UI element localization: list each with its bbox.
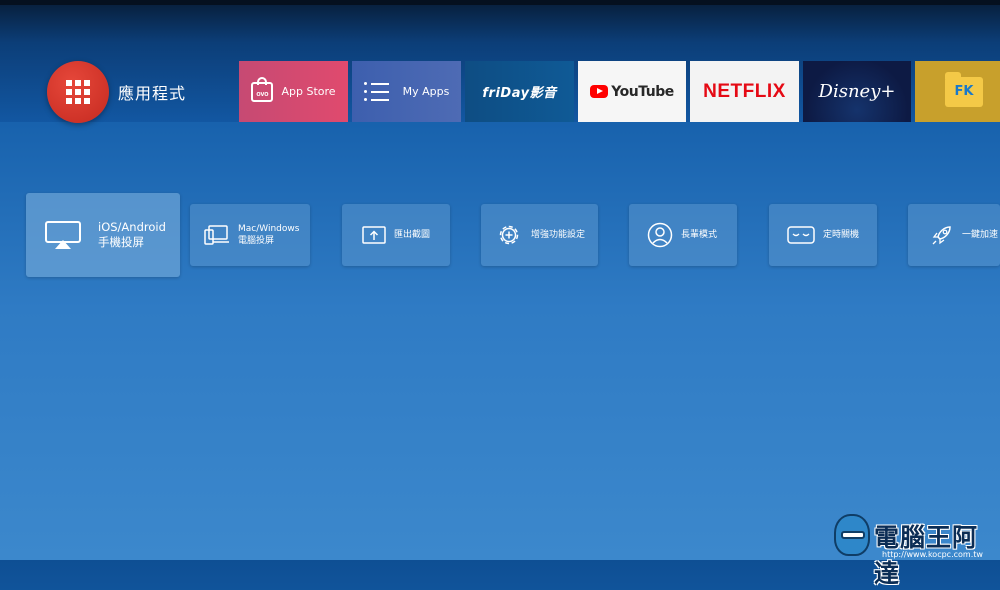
apps-grid-icon (66, 80, 90, 104)
app-tile-friday[interactable]: friDay影音 (465, 61, 574, 122)
airplay-icon (45, 221, 81, 249)
sleep-icon (787, 226, 815, 244)
sleep-timer-card[interactable]: 定時關機 (769, 204, 877, 266)
one-click-boost-label: 一鍵加速 (962, 230, 999, 240)
netflix-logo: NETFLIX (703, 80, 786, 102)
elder-face-icon (647, 222, 673, 248)
mac-windows-mirroring-card[interactable]: Mac/Windows 電腦投屏 (190, 204, 310, 266)
watermark-url: http://www.kocpc.com.tw (882, 550, 983, 559)
youtube-logo: YouTube (611, 83, 674, 100)
mac-windows-title: Mac/Windows (238, 224, 300, 234)
watermark: 電腦王阿達 http://www.kocpc.com.tw (834, 514, 1000, 588)
gear-icon (499, 225, 519, 245)
elder-mode-label: 長輩模式 (681, 230, 718, 240)
app-store-label: App Store (281, 85, 336, 98)
disney-plus-logo: Disney+ (818, 81, 896, 102)
app-store-badge: OVO (256, 91, 269, 98)
app-tile-app-store[interactable]: OVO App Store (239, 61, 348, 122)
enhanced-settings-card[interactable]: 增強功能設定 (481, 204, 598, 266)
shopping-bag-icon: OVO (251, 76, 274, 102)
ios-android-title: iOS/Android (98, 220, 166, 234)
top-strip (0, 0, 1000, 5)
app-tile-disney-plus[interactable]: Disney+ (803, 61, 911, 122)
upload-screen-icon (362, 226, 386, 244)
one-click-boost-card[interactable]: 一鍵加速 (908, 204, 1000, 266)
export-screenshot-label: 匯出截圖 (394, 230, 431, 240)
list-icon (363, 82, 389, 101)
sleep-timer-label: 定時關機 (823, 230, 860, 240)
my-apps-label: My Apps (402, 85, 450, 98)
app-tile-netflix[interactable]: NETFLIX (690, 61, 799, 122)
elder-mode-card[interactable]: 長輩模式 (629, 204, 737, 266)
mac-windows-subtitle: 電腦投屏 (238, 236, 275, 246)
apps-grid-button[interactable] (47, 61, 109, 123)
ios-android-mirroring-card[interactable]: iOS/Android 手機投屏 (26, 193, 180, 277)
youtube-play-icon (590, 85, 609, 98)
friday-logo: friDay影音 (482, 86, 557, 101)
app-tile-file-manager[interactable]: FK (915, 61, 1000, 122)
laptop-icon (204, 225, 229, 245)
app-tile-my-apps[interactable]: My Apps (352, 61, 461, 122)
apps-label[interactable]: 應用程式 (118, 80, 186, 104)
file-manager-logo: FK (954, 84, 974, 99)
app-tile-youtube[interactable]: YouTube (578, 61, 686, 122)
ios-android-subtitle: 手機投屏 (98, 235, 144, 249)
enhanced-settings-label: 增強功能設定 (531, 230, 586, 240)
mascot-logo (834, 514, 870, 556)
rocket-icon (932, 226, 951, 245)
folder-icon: FK (945, 71, 983, 107)
export-screenshot-card[interactable]: 匯出截圖 (342, 204, 450, 266)
